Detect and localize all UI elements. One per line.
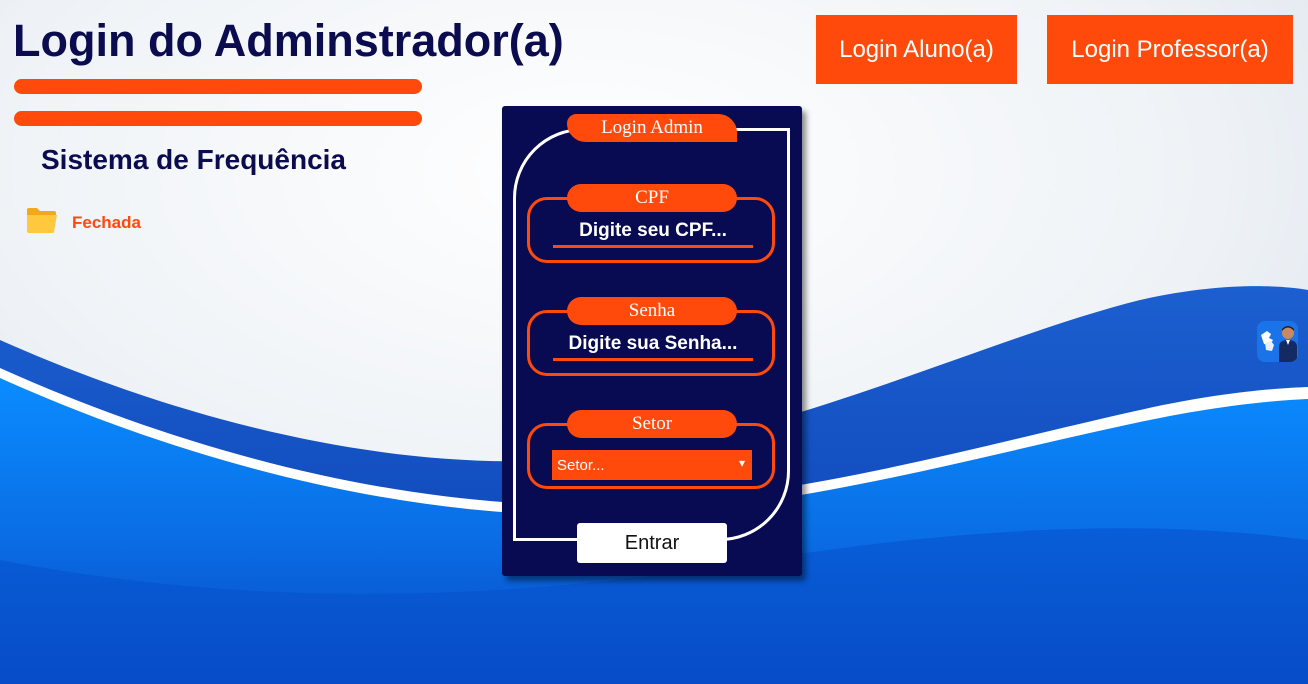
- senha-label: Senha: [567, 297, 737, 325]
- page-title: Login do Adminstrador(a): [13, 15, 564, 66]
- folder-icon: [26, 206, 58, 239]
- setor-select[interactable]: Setor... ▾: [552, 450, 752, 480]
- cpf-label: CPF: [567, 184, 737, 212]
- cpf-input[interactable]: [553, 216, 753, 248]
- chevron-down-icon: ▾: [738, 456, 745, 470]
- status-label: Fechada: [72, 212, 141, 232]
- system-subtitle: Sistema de Frequência: [41, 144, 347, 175]
- title-underline-bar: [14, 79, 422, 94]
- login-professor-button[interactable]: Login Professor(a): [1047, 15, 1293, 84]
- login-aluno-button[interactable]: Login Aluno(a): [816, 15, 1017, 84]
- login-panel-legend: Login Admin: [567, 114, 737, 142]
- entrar-button[interactable]: Entrar: [577, 523, 727, 563]
- accessibility-widget-button[interactable]: [1257, 321, 1298, 362]
- setor-label: Setor: [567, 410, 737, 438]
- setor-selected-value: Setor...: [557, 456, 605, 474]
- login-panel: Login Admin CPF Senha Setor... ▾ Setor E…: [502, 106, 802, 576]
- status-indicator: Fechada: [26, 206, 141, 239]
- senha-input[interactable]: [553, 329, 753, 361]
- sign-language-icon: [1257, 321, 1298, 362]
- title-underline-bar: [14, 111, 422, 126]
